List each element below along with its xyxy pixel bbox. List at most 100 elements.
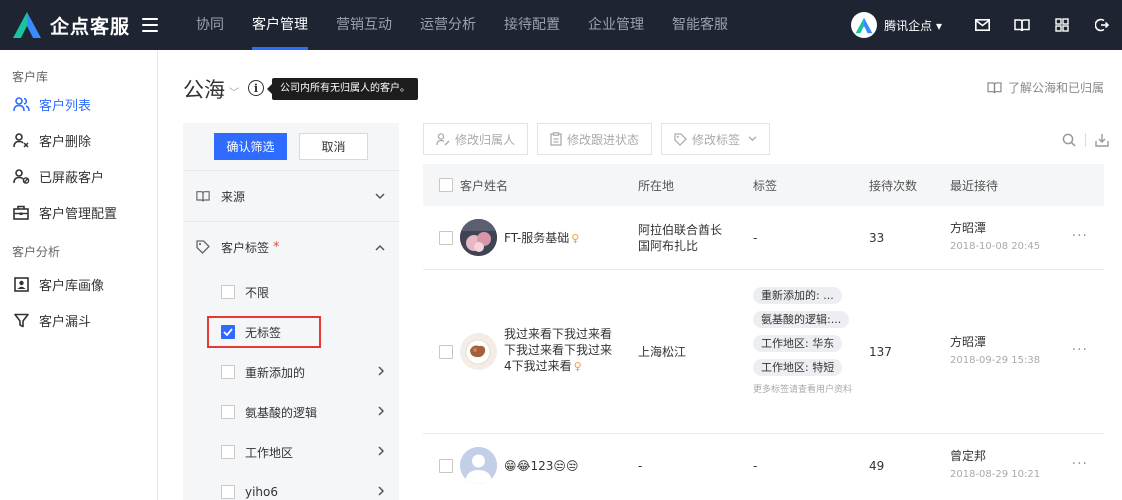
table-header: 客户姓名 所在地 标签 接待次数 最近接待	[423, 164, 1104, 206]
nav-collaboration[interactable]: 协同	[182, 0, 238, 50]
checkbox[interactable]	[221, 285, 235, 299]
users-icon	[12, 95, 30, 113]
customer-table: 客户姓名 所在地 标签 接待次数 最近接待 FT-服务基础 ♀ 阿拉伯联合酋长 国…	[423, 164, 1104, 498]
page-title-dropdown[interactable]: 公海 ﹀	[183, 74, 239, 104]
filter-group-customer-tags[interactable]: 客户标签 *	[183, 222, 399, 272]
table-row[interactable]: 😁😂123😒😒 - - 49 曾定邦 2018-08-29 10:21 ···	[423, 434, 1104, 498]
nav-enterprise[interactable]: 企业管理	[574, 0, 658, 50]
sidebar-item-label: 已屏蔽客户	[39, 170, 105, 186]
tag-option-work-region[interactable]: 工作地区	[183, 432, 399, 472]
tag-option-unlimited[interactable]: 不限	[183, 272, 399, 312]
sidebar-item-customer-list[interactable]: 客户列表	[0, 86, 157, 122]
company-switcher[interactable]: 腾讯企点 ▾	[884, 17, 942, 34]
table-row[interactable]: 我过来看下我过来看 下我过来看下我过来 4下我过来看 ♀ 上海松江 重新添加的: …	[423, 270, 1104, 434]
select-all-checkbox[interactable]	[439, 178, 453, 192]
button-label: 修改跟进状态	[567, 132, 640, 147]
highlight-box	[207, 316, 321, 348]
brand-name: 企点客服	[50, 15, 131, 38]
download-icon[interactable]	[1092, 130, 1112, 150]
customer-name-text: FT-服务基础	[504, 231, 570, 245]
confirm-filter-button[interactable]: 确认筛选	[214, 132, 287, 160]
chevron-down-icon: ﹀	[229, 87, 239, 99]
checkbox[interactable]	[221, 365, 235, 379]
agent-name: 方昭潭	[950, 335, 987, 349]
option-label: 氨基酸的逻辑	[245, 405, 318, 420]
tag-option-readded[interactable]: 重新添加的	[183, 352, 399, 392]
logout-icon[interactable]	[1082, 0, 1122, 50]
button-label: 修改标签	[692, 132, 741, 147]
required-mark: *	[273, 239, 280, 255]
nav-customer-management[interactable]: 客户管理	[238, 0, 322, 50]
tag-option-amino-logic[interactable]: 氨基酸的逻辑	[183, 392, 399, 432]
apps-grid-icon[interactable]	[1042, 0, 1082, 50]
tag-option-no-tag[interactable]: 无标签	[183, 312, 399, 352]
sidebar-item-customer-config[interactable]: 客户管理配置	[0, 194, 157, 230]
header-location: 所在地	[638, 178, 675, 193]
more-options-icon[interactable]: ···	[1072, 228, 1088, 244]
table-row[interactable]: FT-服务基础 ♀ 阿拉伯联合酋长 国阿布扎比 - 33 方昭潭 2018-10-…	[423, 206, 1104, 270]
sidebar-item-label: 客户列表	[39, 98, 92, 114]
clipboard-icon	[550, 132, 562, 146]
sidebar-item-label: 客户漏斗	[39, 314, 92, 330]
more-options-icon[interactable]: ···	[1072, 342, 1088, 358]
sidebar-item-customer-portrait[interactable]: 客户库画像	[0, 266, 157, 302]
logo-icon	[12, 11, 42, 39]
chevron-up-icon	[375, 240, 385, 255]
tooltip: 公司内所有无归属人的客户。	[267, 78, 418, 100]
tag-chip: 工作地区: 华东	[753, 335, 843, 352]
change-tags-button[interactable]: 修改标签	[661, 123, 771, 155]
agent-name: 方昭潭	[950, 221, 987, 235]
checkbox[interactable]	[221, 485, 235, 499]
checkbox[interactable]	[221, 405, 235, 419]
top-right-actions: 腾讯企点 ▾	[851, 0, 1122, 50]
nav-marketing[interactable]: 营销互动	[322, 0, 406, 50]
chevron-right-icon[interactable]	[378, 445, 385, 460]
location-cell: 阿拉伯联合酋长 国阿布扎比	[638, 222, 722, 254]
sidebar-item-customer-delete[interactable]: 客户删除	[0, 122, 157, 158]
button-label: 修改归属人	[455, 132, 516, 147]
option-label: 不限	[245, 285, 270, 300]
portrait-icon	[12, 275, 30, 293]
tags-cell: 重新添加的: ... 氨基酸的逻辑:... 工作地区: 华东 工作地区: 特短 …	[753, 287, 857, 397]
sidebar-item-customer-funnel[interactable]: 客户漏斗	[0, 302, 157, 338]
row-checkbox[interactable]	[439, 231, 453, 245]
divider	[1085, 133, 1086, 147]
chevron-right-icon[interactable]	[378, 485, 385, 500]
nav-reception-config[interactable]: 接待配置	[490, 0, 574, 50]
filter-group-source[interactable]: 来源	[183, 171, 399, 221]
cancel-filter-button[interactable]: 取消	[299, 132, 368, 160]
customer-name[interactable]: FT-服务基础 ♀	[504, 230, 579, 247]
learn-public-pool-link[interactable]: 了解公海和已归属	[987, 79, 1104, 96]
page-title: 公海	[183, 78, 225, 102]
left-sidebar: 客户库 客户列表 客户删除 已屏蔽客户 客户管理配置 客户分析 客户库画像 客户…	[0, 50, 158, 500]
company-avatar[interactable]	[851, 12, 878, 38]
location-cell: -	[638, 459, 643, 473]
more-options-icon[interactable]: ···	[1072, 456, 1088, 472]
book-icon[interactable]	[1002, 0, 1042, 50]
customer-name[interactable]: 😁😂123😒😒	[504, 458, 578, 474]
search-icon[interactable]	[1059, 130, 1079, 150]
nav-smart-service[interactable]: 智能客服	[658, 0, 742, 50]
learn-link-label: 了解公海和已归属	[1007, 81, 1104, 95]
chevron-right-icon[interactable]	[378, 365, 385, 380]
customer-name[interactable]: 我过来看下我过来看 下我过来看下我过来 4下我过来看 ♀	[504, 326, 612, 375]
menu-toggle-icon[interactable]	[142, 18, 159, 32]
row-checkbox[interactable]	[439, 459, 453, 473]
info-icon[interactable]: i	[248, 80, 264, 96]
nav-analytics[interactable]: 运营分析	[406, 0, 490, 50]
chevron-right-icon[interactable]	[378, 405, 385, 420]
row-checkbox[interactable]	[439, 345, 453, 359]
location-line: 阿拉伯联合酋长	[638, 223, 723, 237]
top-bar: 企点客服 协同 客户管理 营销互动 运营分析 接待配置 企业管理 智能客服 腾讯…	[0, 0, 1122, 50]
checkbox[interactable]	[221, 445, 235, 459]
filter-actions: 确认筛选 取消	[183, 126, 399, 166]
tags-cell: -	[753, 459, 758, 473]
brand-logo[interactable]: 企点客服	[12, 0, 130, 50]
location-line: 国阿布扎比	[638, 239, 699, 253]
avatar	[460, 447, 497, 484]
sidebar-item-blocked-customers[interactable]: 已屏蔽客户	[0, 158, 157, 194]
change-owner-button[interactable]: 修改归属人	[423, 123, 529, 155]
change-follow-status-button[interactable]: 修改跟进状态	[537, 123, 653, 155]
mail-icon[interactable]	[962, 0, 1002, 50]
tag-option-yiho6[interactable]: yiho6	[183, 472, 399, 500]
